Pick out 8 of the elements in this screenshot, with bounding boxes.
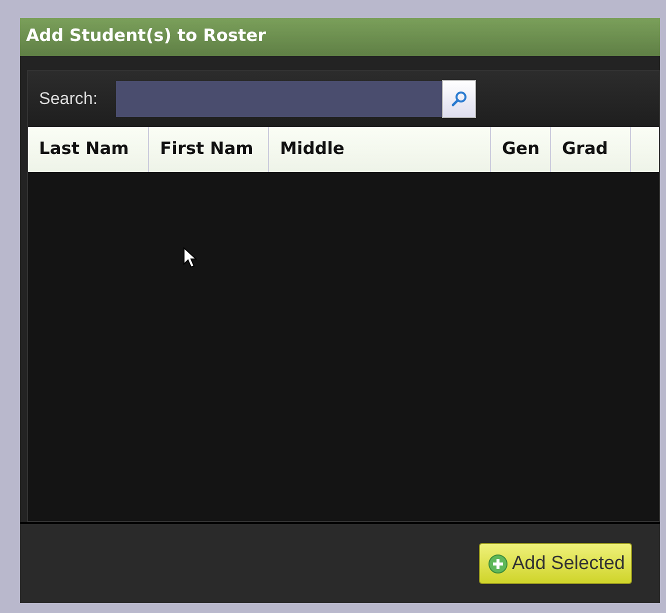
search-icon: [450, 90, 468, 108]
panel-title: Add Student(s) to Roster: [20, 18, 660, 56]
search-field[interactable]: [116, 81, 442, 117]
cursor-icon: [183, 247, 197, 269]
add-selected-button[interactable]: Add Selected: [478, 543, 632, 584]
search-label: Search:: [39, 89, 98, 109]
plus-icon: [488, 554, 508, 574]
search-button[interactable]: [442, 80, 476, 118]
